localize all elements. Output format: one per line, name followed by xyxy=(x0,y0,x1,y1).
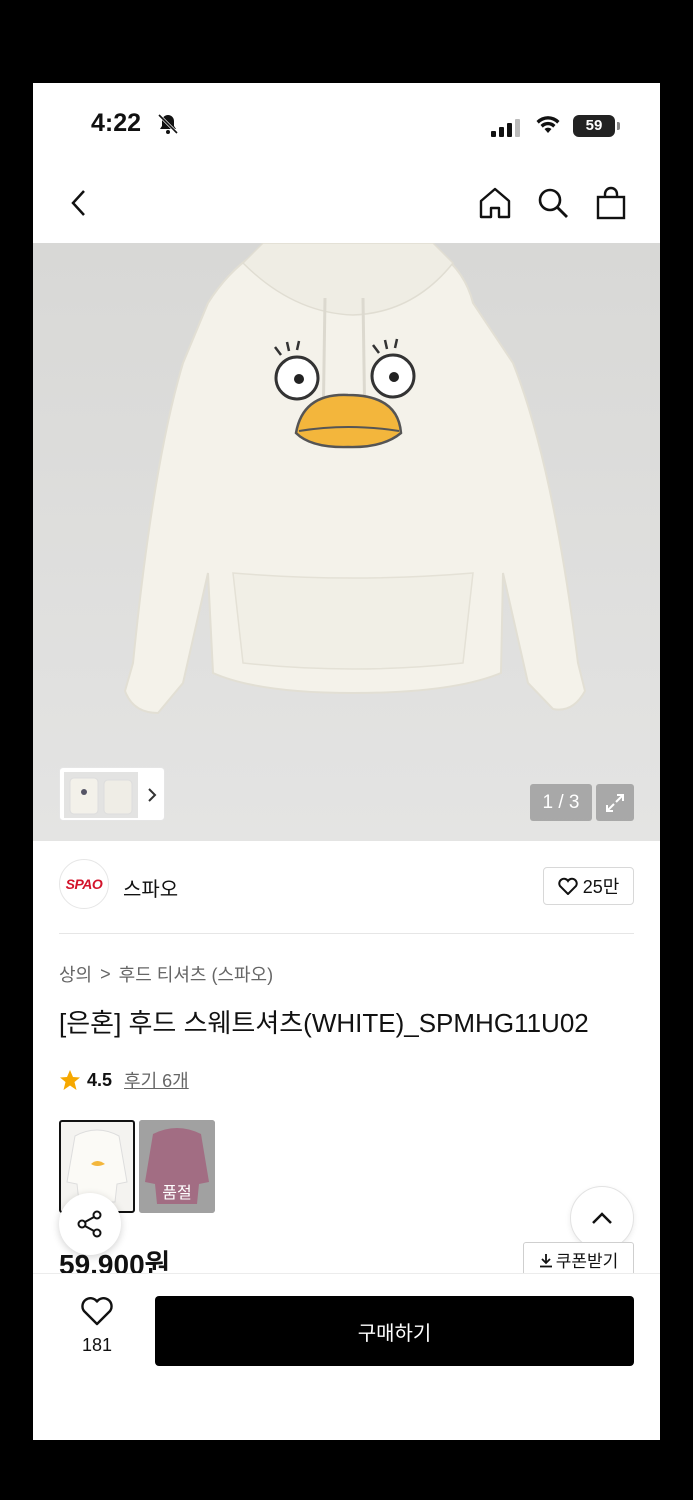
thumbnail-strip[interactable] xyxy=(59,767,165,821)
chevron-right-icon xyxy=(148,788,157,802)
search-button[interactable] xyxy=(533,183,573,223)
rating-row: 4.5 후기 6개 xyxy=(59,1067,189,1093)
status-bar: 4:22 59 xyxy=(33,83,660,163)
back-icon xyxy=(71,190,85,216)
star-icon xyxy=(60,1070,80,1090)
wishlist-count: 181 xyxy=(81,1335,113,1355)
breadcrumb: 상의 > 후드 티셔츠 (스파오) xyxy=(59,961,273,987)
brand-name[interactable]: 스파오 xyxy=(123,873,178,902)
search-icon xyxy=(538,188,568,218)
cart-button[interactable] xyxy=(591,183,631,223)
download-icon xyxy=(539,1253,552,1267)
fullscreen-button[interactable] xyxy=(596,784,634,821)
breadcrumb-separator: > xyxy=(100,963,111,984)
divider xyxy=(59,933,634,934)
brand-like-count: 25만 xyxy=(582,877,620,897)
coupon-button[interactable]: 쿠폰받기 xyxy=(523,1242,634,1277)
product-title: [은혼] 후드 스웨트셔츠(WHITE)_SPMHG11U02 xyxy=(59,1008,589,1038)
heart-icon xyxy=(558,877,578,895)
top-nav-bar xyxy=(33,163,660,243)
brand-like-button[interactable]: 25만 xyxy=(543,867,634,905)
sold-out-label: 품절 xyxy=(162,1185,192,1202)
brand-row[interactable]: SPAO 스파오 25만 xyxy=(33,841,660,933)
scroll-top-button[interactable] xyxy=(570,1186,634,1250)
wifi-icon xyxy=(536,116,560,133)
bag-icon xyxy=(596,186,626,220)
buy-button[interactable]: 구매하기 xyxy=(155,1296,634,1366)
reviews-link[interactable]: 후기 6개 xyxy=(124,1067,189,1093)
breadcrumb-item[interactable]: 후드 티셔츠 (스파오) xyxy=(119,961,273,987)
brand-logo[interactable]: SPAO xyxy=(59,859,109,909)
coupon-label: 쿠폰받기 xyxy=(555,1252,619,1271)
share-icon xyxy=(77,1210,102,1238)
status-time: 4:22 xyxy=(91,109,142,137)
image-counter: 1 / 3 xyxy=(530,784,592,821)
product-image xyxy=(33,243,660,841)
phone-screen: 4:22 59 1 / 3 SPAO 스파오 25만 상의 > 후드 티셔츠 (… xyxy=(33,83,660,1440)
product-image-gallery[interactable]: 1 / 3 xyxy=(33,243,660,841)
home-icon xyxy=(479,187,511,219)
rating-score: 4.5 xyxy=(87,1069,113,1090)
color-option-pink[interactable]: 품절 xyxy=(139,1120,215,1213)
back-button[interactable] xyxy=(59,183,99,223)
bell-slash-icon xyxy=(157,113,179,135)
signal-icon xyxy=(491,119,520,137)
expand-icon xyxy=(606,793,624,812)
breadcrumb-item[interactable]: 상의 xyxy=(59,961,92,987)
bottom-action-bar: 181 구매하기 xyxy=(33,1273,660,1440)
heart-icon xyxy=(81,1297,113,1326)
battery-icon: 59 xyxy=(573,115,620,137)
thumbnail-image xyxy=(64,772,138,818)
wishlist-button[interactable]: 181 xyxy=(69,1296,125,1356)
chevron-up-icon xyxy=(592,1212,612,1224)
home-button[interactable] xyxy=(475,183,515,223)
